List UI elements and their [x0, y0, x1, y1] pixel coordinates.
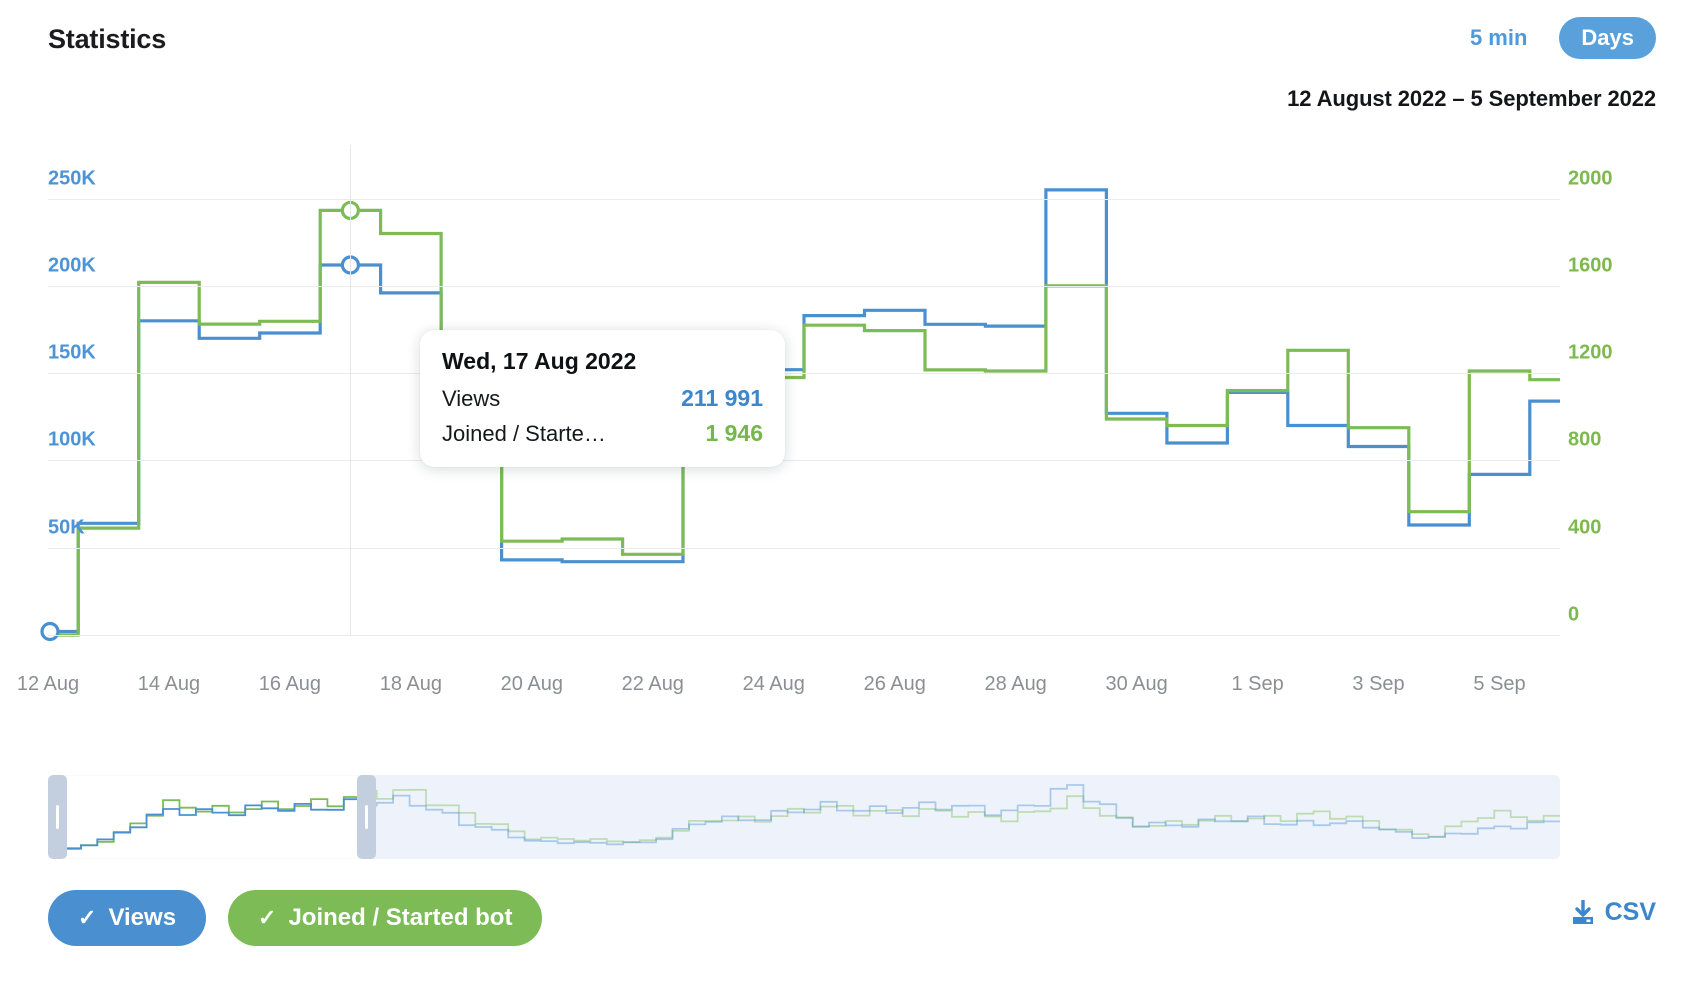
- handle-grip-icon: [56, 805, 59, 829]
- y-axis-left-tick: 150K: [48, 341, 96, 364]
- tooltip-value-views: 211 991: [681, 385, 763, 411]
- origin-marker: [40, 621, 60, 642]
- chart-area[interactable]: 0 400 800 1200 1600 2000 50K 100K 150K 200K 250K 12…: [0, 140, 1704, 700]
- y-axis-right-tick: 400: [1568, 516, 1602, 539]
- x-axis-tick: 18 Aug: [379, 673, 443, 695]
- statistics-panel: Statistics 5 min Days 12 August 2022 – 5…: [0, 0, 1704, 996]
- y-axis-right-tick: 2000: [1568, 167, 1613, 190]
- plot-canvas[interactable]: 0 400 800 1200 1600 2000 50K 100K 150K 200K 250K 12…: [17, 145, 1613, 695]
- tooltip-row-views: Views 211 991: [442, 385, 763, 412]
- series-path-joined: [48, 208, 1560, 637]
- grid-line: [48, 373, 1560, 375]
- legend-label-views: Views: [108, 904, 177, 931]
- legend-label-joined: Joined / Started bot: [288, 904, 513, 931]
- x-axis-tick: 1 Sep: [1231, 673, 1284, 695]
- legend-toggle-joined[interactable]: ✓ Joined / Started bot: [228, 890, 543, 946]
- y-axis-right-tick: 0: [1568, 603, 1580, 626]
- series-path-views: [48, 188, 1560, 634]
- highlight-vertical-line: [350, 145, 352, 635]
- toggle-days[interactable]: Days: [1559, 17, 1656, 59]
- y-axis-left-tick: 100K: [48, 428, 96, 451]
- page-title: Statistics: [48, 24, 167, 54]
- x-axis-tick: 12 Aug: [16, 673, 80, 695]
- date-range-label: 12 August 2022 – 5 September 2022: [1287, 86, 1656, 111]
- grid-line: [48, 635, 1560, 636]
- grid-line: [48, 285, 1560, 287]
- download-icon: [1571, 898, 1595, 926]
- chart-footer: ✓ Views ✓ Joined / Started bot CSV: [0, 890, 1704, 970]
- y-axis-right-tick: 800: [1568, 428, 1602, 451]
- y-axis-left-tick: 250K: [48, 167, 96, 190]
- y-axis-right-tick: 1600: [1568, 254, 1613, 277]
- x-axis-tick: 22 Aug: [621, 673, 684, 695]
- x-axis-tick: 26 Aug: [863, 673, 926, 695]
- csv-label: CSV: [1604, 898, 1656, 926]
- y-axis-left-tick: 50K: [48, 516, 85, 539]
- series-lines: [40, 188, 1560, 642]
- panel-header: Statistics 5 min Days 12 August 2022 – 5…: [0, 0, 1704, 111]
- tooltip-value-joined: 1 946: [705, 420, 763, 446]
- y-axis-left-tick: 200K: [48, 254, 96, 277]
- x-axis-tick: 16 Aug: [258, 673, 322, 695]
- x-axis-tick: 14 Aug: [137, 673, 201, 695]
- tooltip-date: Wed, 17 Aug 2022: [442, 348, 637, 374]
- handle-grip-icon: [365, 805, 368, 829]
- grid-line: [48, 547, 1560, 549]
- range-handle-right[interactable]: [357, 775, 376, 859]
- x-axis-tick: 24 Aug: [742, 673, 805, 695]
- hover-tooltip: Wed, 17 Aug 2022 Views 211 991 Joined / …: [420, 330, 785, 467]
- toggle-5min[interactable]: 5 min: [1448, 17, 1549, 59]
- grid-line: [48, 460, 1560, 462]
- range-selector[interactable]: [48, 775, 1560, 859]
- tooltip-row-joined: Joined / Starte… 1 946: [442, 420, 763, 447]
- legend-toggle-views[interactable]: ✓ Views: [48, 890, 207, 946]
- download-csv-button[interactable]: CSV: [1571, 898, 1656, 927]
- check-icon: ✓: [78, 905, 97, 930]
- tooltip-label-joined: Joined / Starte…: [442, 421, 606, 446]
- check-icon: ✓: [258, 905, 277, 930]
- grid-line: [48, 198, 1560, 200]
- range-handle-left[interactable]: [48, 775, 67, 859]
- granularity-toggle: 5 min Days: [1448, 17, 1656, 59]
- x-axis-tick: 30 Aug: [1105, 673, 1168, 695]
- x-axis-tick: 20 Aug: [500, 673, 563, 695]
- tooltip-label-views: Views: [442, 386, 501, 411]
- x-axis-tick: 3 Sep: [1352, 673, 1405, 695]
- x-axis-tick: 28 Aug: [984, 673, 1047, 695]
- y-axis-right-tick: 1200: [1568, 341, 1613, 364]
- x-axis-tick: 5 Sep: [1473, 673, 1526, 695]
